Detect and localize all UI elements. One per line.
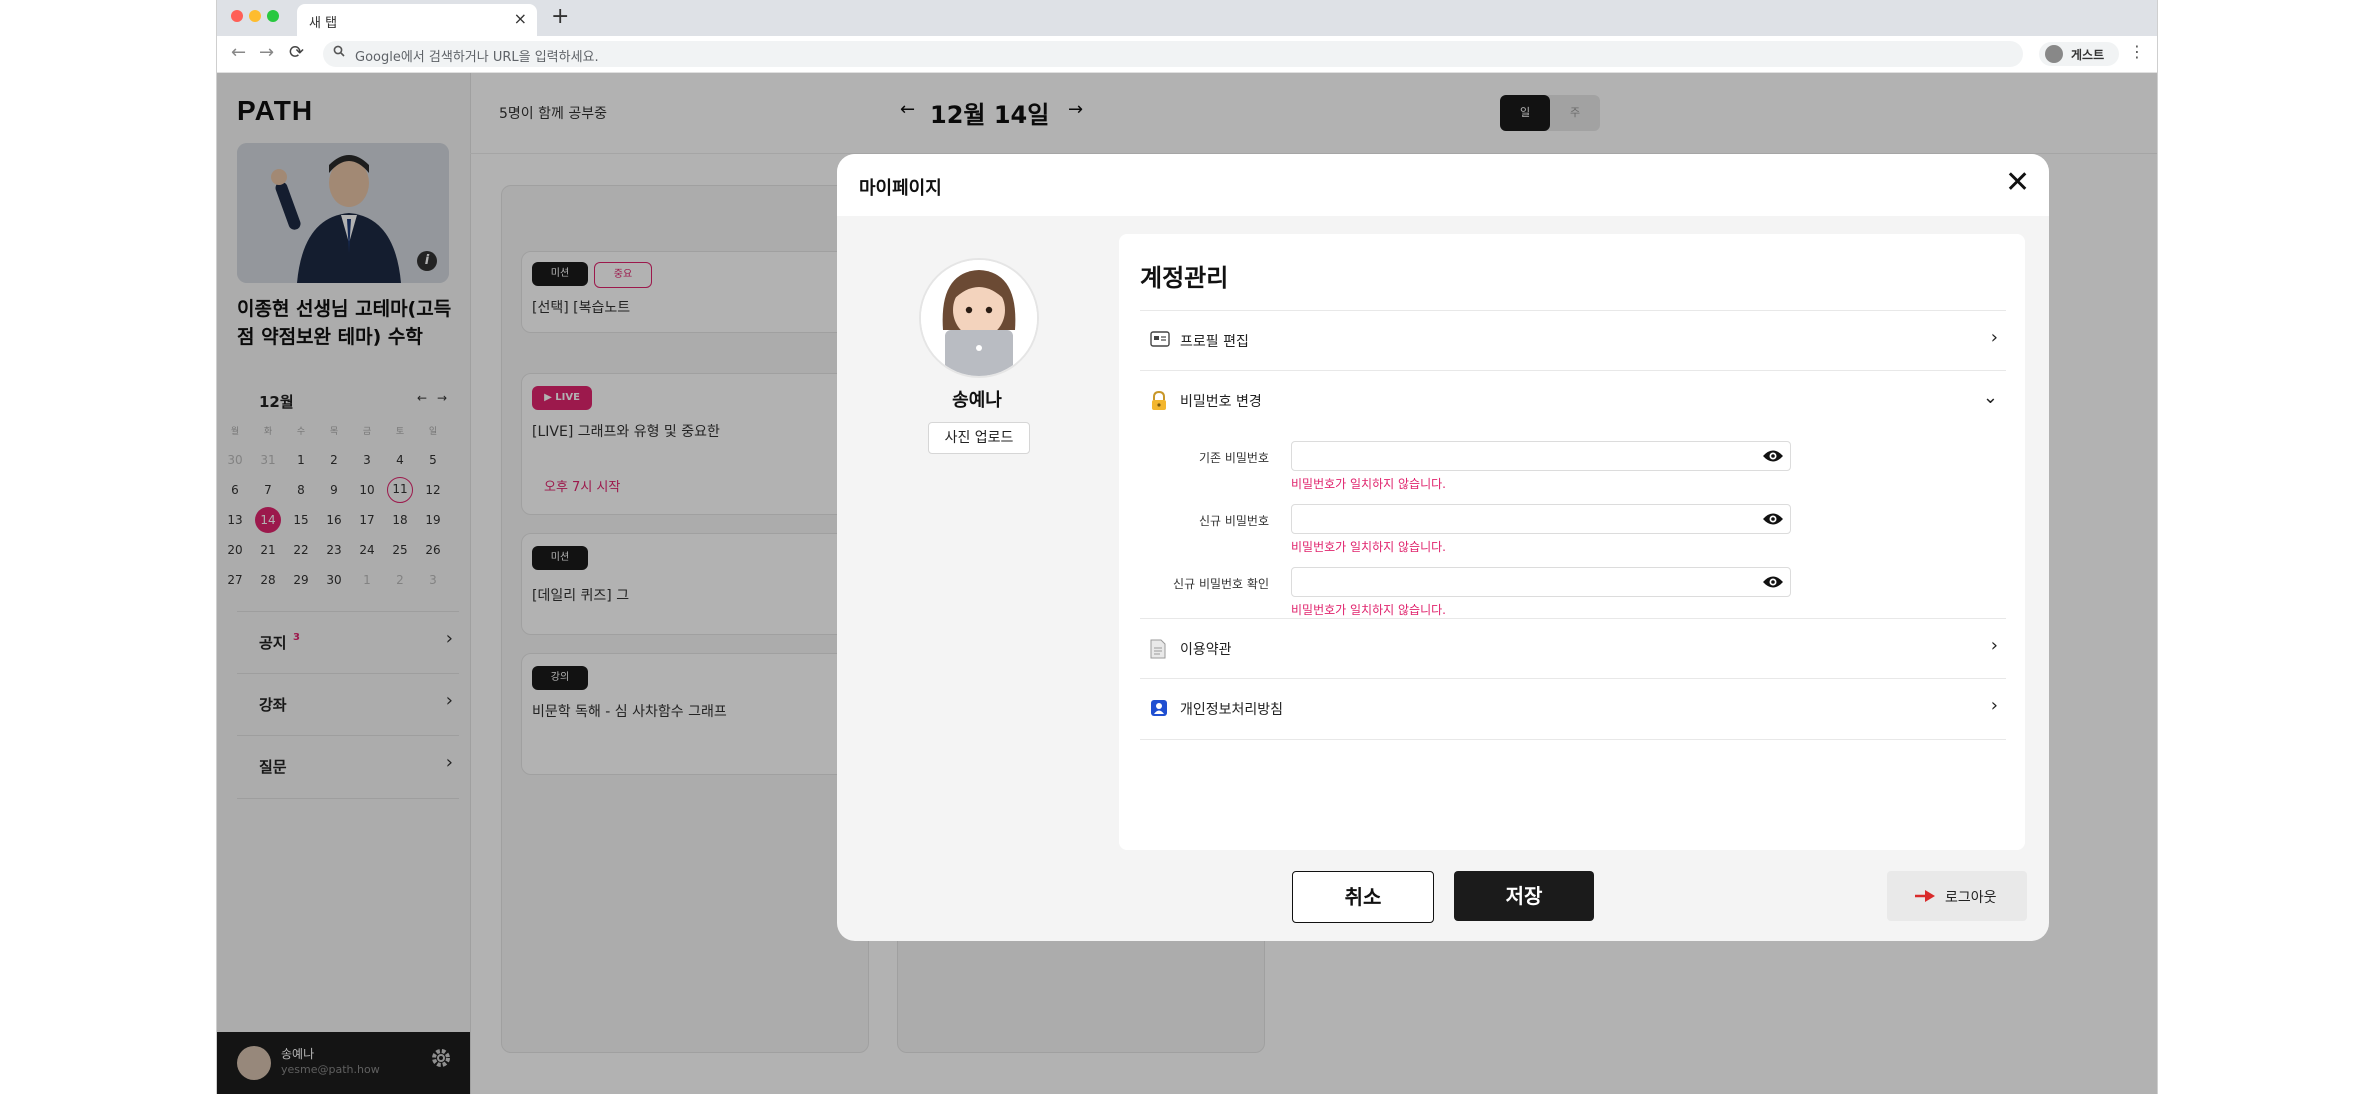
section-title: 계정관리: [1140, 264, 1229, 292]
modal-header: 마이페이지 ✕: [837, 154, 2049, 216]
person-badge-icon: [1150, 699, 1170, 717]
terms-row[interactable]: 이용약관 ›: [1140, 618, 2006, 679]
forward-icon[interactable]: →: [259, 42, 274, 63]
minimize-window-button[interactable]: [249, 10, 261, 22]
logout-arrow-icon: [1915, 888, 1937, 908]
profile-label: 게스트: [2071, 48, 2105, 62]
chevron-right-icon: ›: [1990, 695, 1998, 716]
profile-edit-label: 프로필 편집: [1180, 334, 1249, 350]
back-icon[interactable]: ←: [231, 42, 246, 63]
browser-window: 새 탭 × + ← → ⟳ Google에서 검색하거나 URL을 입력하세요.…: [216, 0, 2158, 1094]
maximize-window-button[interactable]: [267, 10, 279, 22]
address-placeholder: Google에서 검색하거나 URL을 입력하세요.: [355, 50, 599, 65]
guest-avatar-icon: [2045, 45, 2063, 63]
confirm-password-field[interactable]: [1291, 567, 1791, 597]
chevron-right-icon: ›: [1990, 635, 1998, 656]
logout-label: 로그아웃: [1945, 890, 1997, 906]
terms-label: 이용약관: [1180, 642, 1232, 658]
profile-button[interactable]: 게스트: [2039, 42, 2119, 66]
eye-icon[interactable]: [1762, 511, 1784, 527]
mypage-modal: 마이페이지 ✕ 송예나 사진 업로드 계정관리 프로필 편집 › 비밀번호 변경…: [837, 154, 2049, 941]
reload-icon[interactable]: ⟳: [289, 42, 304, 63]
new-tab-button[interactable]: +: [551, 4, 569, 29]
chevron-down-icon[interactable]: ⌄: [1983, 387, 1998, 408]
logout-button[interactable]: 로그아웃: [1887, 871, 2027, 921]
new-password-field[interactable]: [1291, 504, 1791, 534]
id-card-icon: [1150, 331, 1170, 349]
profile-name: 송예나: [952, 390, 1002, 411]
save-button[interactable]: 저장: [1454, 871, 1594, 921]
document-icon: [1150, 639, 1170, 659]
address-bar[interactable]: Google에서 검색하거나 URL을 입력하세요.: [323, 41, 2023, 67]
close-icon[interactable]: ✕: [2005, 168, 2030, 198]
password-change-row: 비밀번호 변경 ⌄ 기존 비밀번호 비밀번호가 일치하지 않습니다. 신규 비밀…: [1140, 370, 2006, 619]
eye-icon[interactable]: [1762, 448, 1784, 464]
privacy-row[interactable]: 개인정보처리방침 ›: [1140, 678, 2006, 740]
new-password-label: 신규 비밀번호: [1198, 514, 1269, 528]
current-password-field[interactable]: [1291, 441, 1791, 471]
close-window-button[interactable]: [231, 10, 243, 22]
current-password-error: 비밀번호가 일치하지 않습니다.: [1291, 477, 1446, 491]
browser-menu-icon[interactable]: ⋮: [2129, 42, 2145, 61]
tab-close-icon[interactable]: ×: [514, 9, 527, 28]
chevron-right-icon: ›: [1990, 327, 1998, 348]
privacy-label: 개인정보처리방침: [1180, 702, 1284, 718]
tab-strip: 새 탭 × +: [217, 0, 2157, 36]
modal-title: 마이페이지: [859, 178, 942, 199]
tab-title: 새 탭: [309, 16, 338, 31]
cancel-button[interactable]: 취소: [1292, 871, 1434, 923]
profile-edit-row[interactable]: 프로필 편집 ›: [1140, 310, 2006, 371]
eye-icon[interactable]: [1762, 574, 1784, 590]
account-panel: 계정관리 프로필 편집 › 비밀번호 변경 ⌄ 기존 비밀번호 비밀번호가 일치…: [1119, 234, 2025, 850]
profile-avatar: [919, 258, 1039, 378]
confirm-password-error: 비밀번호가 일치하지 않습니다.: [1291, 603, 1446, 617]
password-change-label[interactable]: 비밀번호 변경: [1180, 391, 1262, 411]
browser-toolbar: ← → ⟳ Google에서 검색하거나 URL을 입력하세요. 게스트 ⋮: [217, 36, 2157, 73]
current-password-label: 기존 비밀번호: [1198, 451, 1269, 465]
search-icon: [333, 45, 345, 61]
confirm-password-label: 신규 비밀번호 확인: [1173, 577, 1269, 591]
upload-photo-button[interactable]: 사진 업로드: [928, 422, 1030, 454]
new-password-error: 비밀번호가 일치하지 않습니다.: [1291, 540, 1446, 554]
lock-icon: [1150, 390, 1170, 410]
tab-new[interactable]: 새 탭 ×: [297, 4, 537, 36]
